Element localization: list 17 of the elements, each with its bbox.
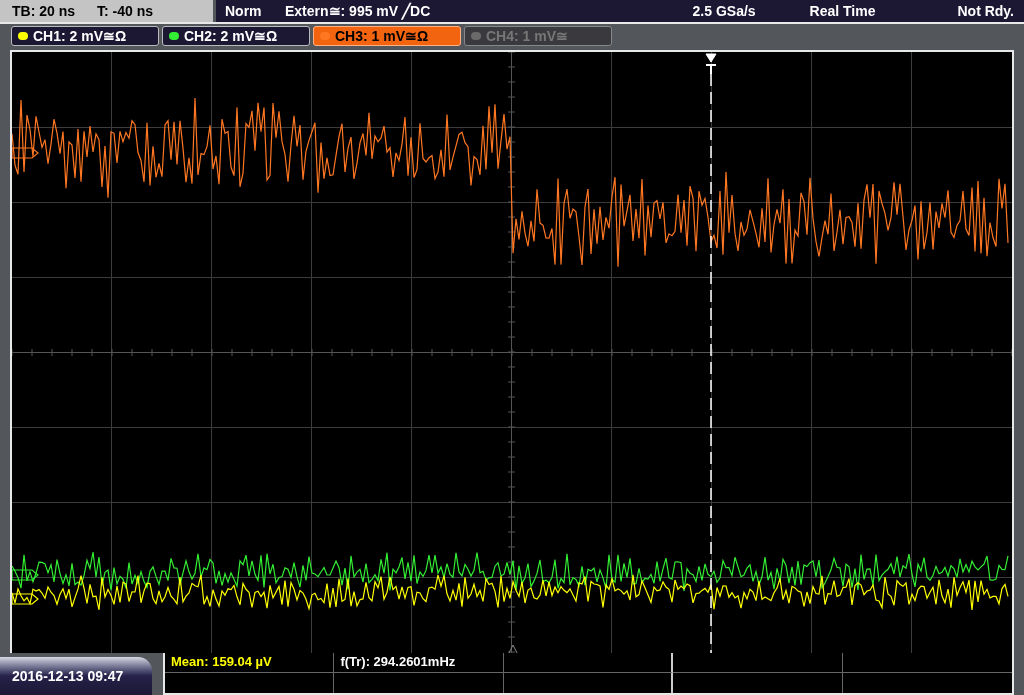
sample-rate-label: 2.5 GSa/s: [692, 1, 756, 21]
date-time-label: 2016-12-13 09:47: [12, 666, 124, 686]
trigger-offset-icon: [508, 644, 518, 653]
channel-tab[interactable]: CH3: 1 mV≅Ω: [313, 26, 461, 46]
measurement-reading: f(Tr): 294.2601mHz: [340, 653, 456, 671]
acquisition-state-label: Not Rdy.: [957, 1, 1014, 21]
acquisition-mode-label: Real Time: [809, 1, 876, 21]
channel-offset-marker-icon[interactable]: [12, 147, 39, 159]
trigger-source-label: Extern≅: 995 mV ╱DC: [285, 1, 431, 22]
trigger-marker-icon[interactable]: [705, 53, 717, 75]
channel-tab[interactable]: CH1: 2 mV≅Ω: [11, 26, 159, 46]
measurement-reading: Mean: 159.04 µV: [171, 653, 272, 671]
timebase-label: TB: 20 ns: [12, 1, 75, 21]
trigger-time-label: T: -40 ns: [97, 1, 154, 21]
channel-offset-marker-icon[interactable]: [12, 569, 39, 581]
channel-tab[interactable]: CH2: 2 mV≅Ω: [162, 26, 310, 46]
trigger-mode-label: Norm: [225, 1, 263, 21]
